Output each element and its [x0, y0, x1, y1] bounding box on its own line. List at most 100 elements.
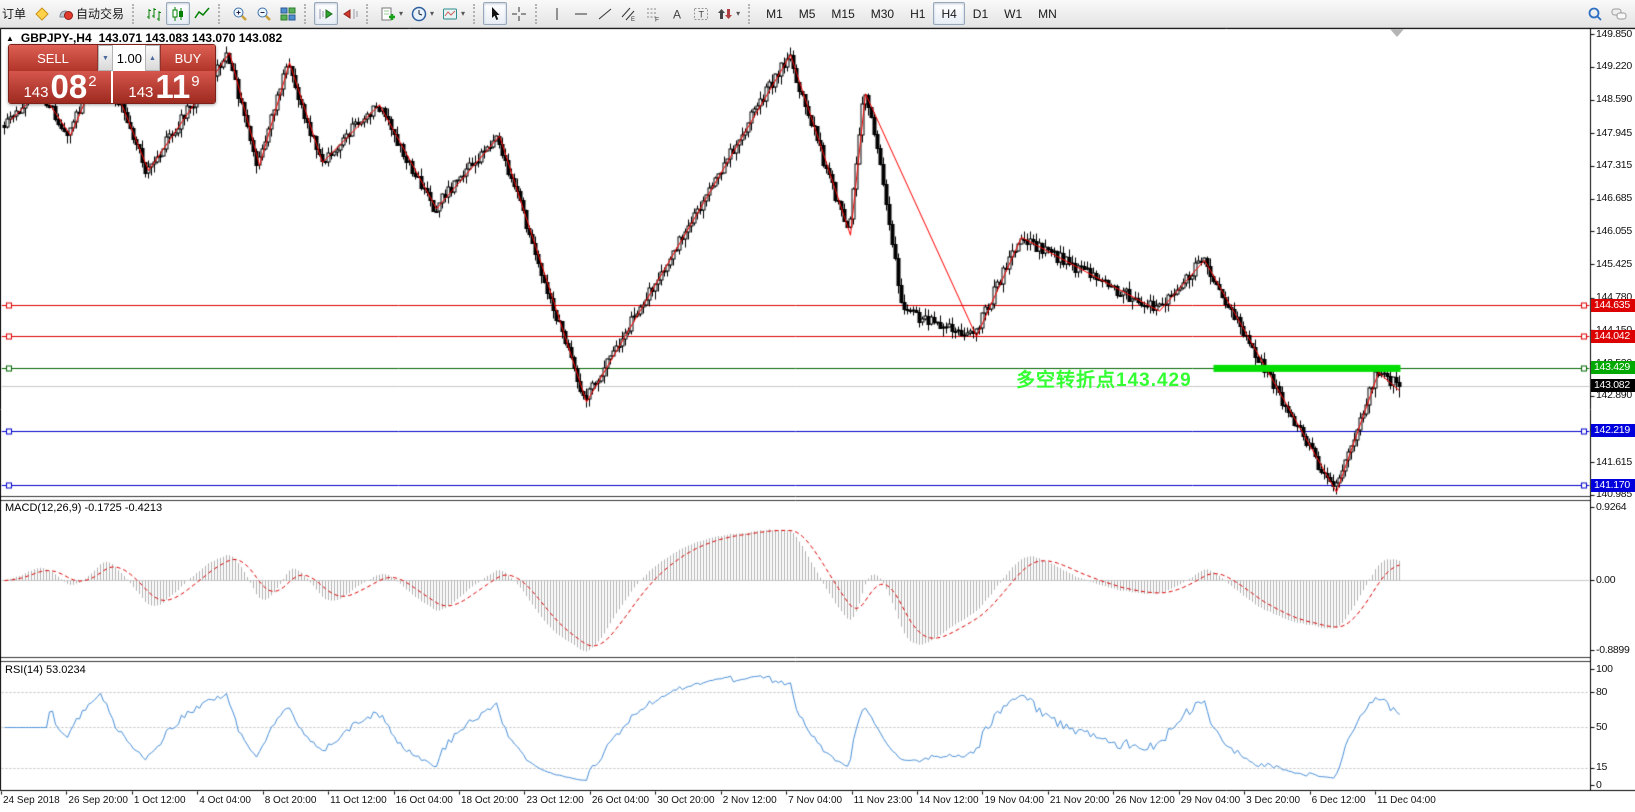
buy-price-prefix: 143 — [128, 84, 153, 101]
svg-text:A: A — [673, 7, 681, 21]
price-axis-label: 146.055 — [1596, 225, 1632, 237]
time-axis-label: 24 Sep 2018 — [3, 795, 60, 806]
sell-price-sup: 2 — [88, 73, 96, 90]
periods-button[interactable]: ▾ — [407, 2, 438, 25]
time-axis-label: 29 Nov 04:00 — [1181, 795, 1241, 806]
price-axis-label: 145.425 — [1596, 258, 1632, 270]
shift-end-icon — [318, 6, 334, 22]
toolbar-grip[interactable] — [132, 4, 139, 24]
toolbar-grip[interactable] — [535, 4, 542, 24]
rsi-axis-label: 0 — [1596, 779, 1602, 791]
horizontal-line-icon — [573, 6, 589, 22]
tile-windows-icon — [280, 6, 296, 22]
search-button[interactable] — [1583, 2, 1607, 25]
fibonacci-button[interactable]: F — [641, 2, 665, 25]
tf-d1-button[interactable]: D1 — [965, 2, 996, 25]
zoom-in-button[interactable] — [228, 2, 252, 25]
community-chat-button[interactable] — [1607, 2, 1631, 25]
sell-button-label: SELL — [37, 51, 69, 66]
sell-price[interactable]: 143 08 2 — [9, 71, 111, 103]
chevron-down-icon: ▾ — [461, 9, 465, 18]
price-level-badge: 144.042 — [1591, 330, 1635, 343]
autotrade-button[interactable]: 自动交易 — [54, 2, 128, 25]
tf-m15-button[interactable]: M15 — [823, 2, 862, 25]
autotrade-icon — [58, 6, 74, 22]
equidistant-channel-button[interactable]: E — [617, 2, 641, 25]
tf-h4-button[interactable]: H4 — [933, 2, 964, 25]
chart-tag-button[interactable] — [30, 2, 54, 25]
chart-ohlc-values: 143.071 143.083 143.070 143.082 — [99, 31, 283, 45]
chevron-down-icon: ▼ — [102, 55, 109, 62]
tf-m30-button[interactable]: M30 — [863, 2, 902, 25]
collapse-triangle-icon[interactable]: ▲ — [6, 34, 14, 43]
chevron-down-icon: ▾ — [736, 9, 740, 18]
price-axis-label: 141.615 — [1596, 456, 1632, 468]
toolbar-grip[interactable] — [748, 4, 755, 24]
tf-w1-button[interactable]: W1 — [996, 2, 1030, 25]
crosshair-button[interactable] — [507, 2, 531, 25]
tf-m1-button[interactable]: M1 — [758, 2, 791, 25]
candlestick-chart-button[interactable] — [166, 2, 190, 25]
volume-decrease-button[interactable]: ▼ — [98, 45, 113, 71]
toolbar: 订单 自动交易 ▾ ▾ ▾ E FAT ▾ M1 M5 M15 M30 H1H4 D1 W1MN — [0, 0, 1635, 28]
toolbar-grip[interactable] — [218, 4, 225, 24]
chart-canvas[interactable] — [0, 28, 1635, 812]
auto-scroll-button[interactable] — [338, 2, 362, 25]
one-click-trading-panel: SELL ▼ 1.00 ▲ BUY 143 08 2 143 — [8, 44, 216, 104]
tile-windows-button[interactable] — [276, 2, 300, 25]
tf-m5-button[interactable]: M5 — [791, 2, 824, 25]
buy-price[interactable]: 143 11 9 — [111, 71, 215, 103]
time-axis-label: 7 Nov 04:00 — [788, 795, 842, 806]
vertical-line-button[interactable] — [545, 2, 569, 25]
macd-axis-label: -0.8899 — [1596, 644, 1630, 656]
tf-h1-button[interactable]: H1 — [902, 2, 933, 25]
chart-title: ▲ GBPJPY-,H4 143.071 143.083 143.070 143… — [6, 31, 282, 45]
zoom-out-button[interactable] — [252, 2, 276, 25]
arrows-icon — [717, 6, 733, 22]
shift-chart-end-button[interactable] — [314, 2, 338, 25]
time-axis-label: 21 Nov 20:00 — [1050, 795, 1110, 806]
mt4-window: 订单 自动交易 ▾ ▾ ▾ E FAT ▾ M1 M5 M15 M30 H1H4 D1 W1MN ▲ GBP… — [0, 0, 1635, 812]
new-chart-icon — [380, 6, 396, 22]
yellow-tag-icon — [34, 6, 50, 22]
trendline-icon — [597, 6, 613, 22]
template-icon — [442, 6, 458, 22]
autotrade-button-label: 自动交易 — [76, 5, 124, 22]
chevron-up-icon: ▲ — [149, 55, 156, 62]
line-chart-button[interactable] — [190, 2, 214, 25]
time-axis-label: 11 Oct 12:00 — [330, 795, 387, 806]
horizontal-line-button[interactable] — [569, 2, 593, 25]
time-axis-label: 30 Oct 20:00 — [657, 795, 714, 806]
chevron-down-icon: ▾ — [430, 9, 434, 18]
tf-d1-button-label: D1 — [973, 7, 988, 21]
tf-mn-button[interactable]: MN — [1030, 2, 1065, 25]
tf-m5-button-label: M5 — [799, 7, 816, 21]
buy-button-label: BUY — [175, 51, 202, 66]
time-axis-label: 26 Sep 20:00 — [68, 795, 128, 806]
time-axis-label: 2 Nov 12:00 — [723, 795, 777, 806]
text-button[interactable]: A — [665, 2, 689, 25]
templates-button[interactable]: ▾ — [438, 2, 469, 25]
new-order-button[interactable]: 订单 — [0, 2, 30, 25]
tf-m30-button-label: M30 — [871, 7, 894, 21]
toolbar-grip[interactable] — [366, 4, 373, 24]
price-level-badge: 144.635 — [1591, 299, 1635, 312]
add-indicator-button[interactable]: ▾ — [376, 2, 407, 25]
arrows-button[interactable]: ▾ — [713, 2, 744, 25]
toolbar-grip[interactable] — [473, 4, 480, 24]
search-icon — [1587, 6, 1603, 22]
rsi-label: RSI(14) 53.0234 — [5, 664, 86, 676]
price-axis-label: 148.590 — [1596, 93, 1632, 105]
volume-value[interactable]: 1.00 — [113, 45, 145, 71]
svg-text:E: E — [631, 17, 635, 22]
text-label-button[interactable]: T — [689, 2, 713, 25]
turning-point-annotation[interactable]: 多空转折点143.429 — [1016, 365, 1192, 392]
macd-axis-label: 0.9264 — [1596, 501, 1626, 513]
cursor-button[interactable] — [483, 2, 507, 25]
crosshair-icon — [511, 6, 527, 22]
trendline-button[interactable] — [593, 2, 617, 25]
new-order-button-label: 订单 — [2, 5, 26, 22]
toolbar-grip[interactable] — [304, 4, 311, 24]
bar-chart-button[interactable] — [142, 2, 166, 25]
text-label-icon: T — [693, 6, 709, 22]
